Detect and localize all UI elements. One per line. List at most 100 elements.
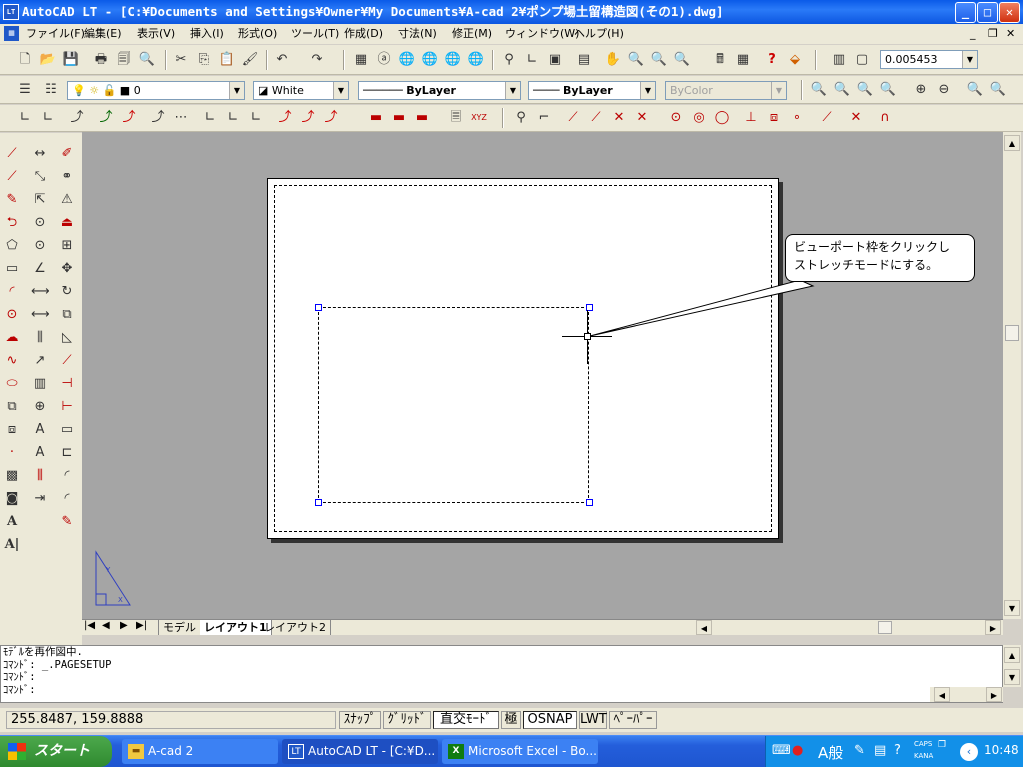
ime-mode[interactable]: A般 <box>818 742 843 763</box>
scroll-down-icon[interactable]: ▼ <box>1004 600 1020 616</box>
print-preview-icon[interactable]: 🗐 <box>115 51 133 69</box>
polar-toggle[interactable]: 極 <box>501 711 521 729</box>
chevron-down-icon[interactable]: ▼ <box>229 82 244 99</box>
dim-edit-icon[interactable]: ⤴ <box>322 109 340 127</box>
dim-quick-icon[interactable]: ⋯ <box>172 109 190 127</box>
color-combo[interactable]: ◪ White ▼ <box>253 81 349 100</box>
doc-minimize-icon[interactable]: _ <box>970 24 976 44</box>
open-icon[interactable]: 📂 <box>39 51 57 69</box>
polyline-icon[interactable]: ✎ <box>3 191 21 209</box>
vdim-leader-icon[interactable]: ↗ <box>31 352 49 370</box>
grid-toggle[interactable]: ｸﾞﾘｯﾄﾞ <box>383 711 431 729</box>
vdim-edit-icon[interactable]: A <box>31 421 49 439</box>
hscroll-thumb[interactable] <box>878 621 892 634</box>
osnap-midpoint-icon[interactable]: ⟋ <box>587 109 605 127</box>
undo-draw-icon[interactable]: ⮌ <box>3 214 21 232</box>
dim-aligned-icon[interactable]: ∟ <box>39 109 57 127</box>
menu-insert[interactable]: 挿入(I) <box>190 24 224 44</box>
rectangle-icon[interactable]: ▭ <box>3 260 21 278</box>
paper-model-toggle[interactable]: ﾍﾟｰﾊﾟｰ <box>609 711 657 729</box>
dim-xy-icon[interactable]: XYZ <box>470 109 488 127</box>
maximize-button[interactable]: □ <box>977 2 998 23</box>
menu-edit[interactable]: 編集(E) <box>84 24 122 44</box>
array-icon[interactable]: ⊞ <box>58 237 76 255</box>
cut-icon[interactable]: ✂ <box>172 51 190 69</box>
task-excel[interactable]: X Microsoft Excel - Bo... <box>442 739 598 764</box>
zoom-scale-icon[interactable]: 🔍 <box>856 81 874 99</box>
web-icon-3[interactable]: 🌐 <box>444 51 462 69</box>
text-icon[interactable]: 🗏 <box>447 109 465 127</box>
explode-icon[interactable]: ✎ <box>58 513 76 531</box>
tab-prev-icon[interactable]: ◀ <box>102 620 110 631</box>
erase-icon[interactable]: ✐ <box>58 145 76 163</box>
insert-block-icon[interactable]: ⧉ <box>3 398 21 416</box>
undo-icon[interactable]: ↶ <box>273 51 291 69</box>
vertical-scrollbar[interactable]: ▲ ▼ <box>1003 132 1021 619</box>
document-icon[interactable]: ▦ <box>4 26 19 41</box>
vdim-baseline-icon[interactable]: ⟷ <box>31 306 50 324</box>
scroll-right-icon[interactable]: ▶ <box>985 620 1001 635</box>
menu-format[interactable]: 形式(O) <box>238 24 277 44</box>
vdim-radius-icon[interactable]: ⊙ <box>31 214 49 232</box>
properties-icon[interactable]: ▣ <box>546 51 564 69</box>
point-icon[interactable]: · <box>3 444 21 462</box>
keyboard-icon[interactable]: ⌨ <box>772 743 791 758</box>
dim-text-edit-icon[interactable]: ▬ <box>367 109 385 127</box>
menu-window[interactable]: ウィンドウ(W) <box>505 24 579 44</box>
snap-toggle[interactable]: ｽﾅｯﾌﾟ <box>339 711 381 729</box>
copy-icon[interactable]: ⎘ <box>195 51 213 69</box>
dim-baseline-icon[interactable]: ∟ <box>201 109 219 127</box>
zoom-realtime-icon[interactable]: 🔍 <box>627 51 645 69</box>
markup-icon[interactable]: ▦ <box>734 51 752 69</box>
new-icon[interactable]: 🗋 <box>16 51 34 69</box>
save-icon[interactable]: 💾 <box>62 51 80 69</box>
viewport-grip-top-left[interactable] <box>315 304 322 311</box>
scroll-left-icon[interactable]: ◀ <box>696 620 712 635</box>
break-icon[interactable]: ⊢ <box>58 398 76 416</box>
cmd-scroll-left-icon[interactable]: ◀ <box>934 687 950 702</box>
command-window[interactable]: ﾓﾃﾞﾙを再作図中. ｺﾏﾝﾄﾞ: _.PAGESETUP ｺﾏﾝﾄﾞ: ｺﾏﾝ… <box>0 645 1003 703</box>
help-icon[interactable]: ? <box>763 51 781 69</box>
mtext-icon[interactable]: A <box>3 513 21 531</box>
vdim-text-edit-icon[interactable]: A <box>31 444 49 462</box>
doc-restore-icon[interactable]: ❐ <box>988 24 998 44</box>
vdim-ordinate-icon[interactable]: ⇱ <box>31 191 49 209</box>
zoom-center-icon[interactable]: 🔍 <box>879 81 897 99</box>
tab-first-icon[interactable]: |◀ <box>84 620 95 631</box>
chevron-down-icon[interactable]: ▼ <box>962 51 977 68</box>
pan-icon[interactable]: ✋ <box>604 51 622 69</box>
design-center-icon[interactable]: ▦ <box>352 51 370 69</box>
vdim-continue-icon[interactable]: ⫼ <box>31 329 49 347</box>
menu-draw[interactable]: 作成(D) <box>344 24 383 44</box>
trim-icon[interactable]: ⟋ <box>58 352 76 370</box>
extend-icon[interactable]: ⊣ <box>58 375 76 393</box>
viewport-scale-combo[interactable]: 0.005453 ▼ <box>880 50 978 69</box>
menu-view[interactable]: 表示(V) <box>137 24 175 44</box>
mirror-icon[interactable]: ⚠ <box>58 191 76 209</box>
cmd-scroll-down-icon[interactable]: ▼ <box>1004 669 1020 685</box>
vdim-center-icon[interactable]: ⊕ <box>31 398 49 416</box>
vdim-angular-icon[interactable]: ∠ <box>31 260 49 278</box>
viewport-grip-bottom-left[interactable] <box>315 499 322 506</box>
command-prompt[interactable]: ｺﾏﾝﾄﾞ: <box>3 684 1002 697</box>
osnap-node-icon[interactable]: ∘ <box>788 109 806 127</box>
lineweight-combo[interactable]: ──── ByLayer ▼ <box>528 81 656 100</box>
match-properties-icon[interactable]: 🖌 <box>241 51 259 69</box>
layer-manager-icon[interactable]: ☰ <box>16 81 34 99</box>
cmd-scroll-up-icon[interactable]: ▲ <box>1004 647 1020 663</box>
osnap-apparent-icon[interactable]: ✕ <box>633 109 651 127</box>
fillet-icon[interactable]: ◜ <box>58 467 76 485</box>
dim-style-icon[interactable]: ▬ <box>413 109 431 127</box>
rotate-icon[interactable]: ↻ <box>58 283 76 301</box>
tab-next-icon[interactable]: ▶ <box>120 620 128 631</box>
construction-line-icon[interactable]: ⟋ <box>3 168 21 186</box>
dim-center-icon[interactable]: ⤴ <box>299 109 317 127</box>
layout-icon[interactable]: ▥ <box>830 51 848 69</box>
region-icon[interactable]: ◙ <box>3 490 21 508</box>
zoom-all-icon[interactable]: 🔍 <box>966 81 984 99</box>
tab-model[interactable]: モデル <box>158 620 201 635</box>
osnap-insert-icon[interactable]: ⧈ <box>765 109 783 127</box>
line-icon[interactable]: ⟋ <box>3 145 21 163</box>
web-icon-4[interactable]: 🌐 <box>467 51 485 69</box>
web-icon-1[interactable]: 🌐 <box>398 51 416 69</box>
